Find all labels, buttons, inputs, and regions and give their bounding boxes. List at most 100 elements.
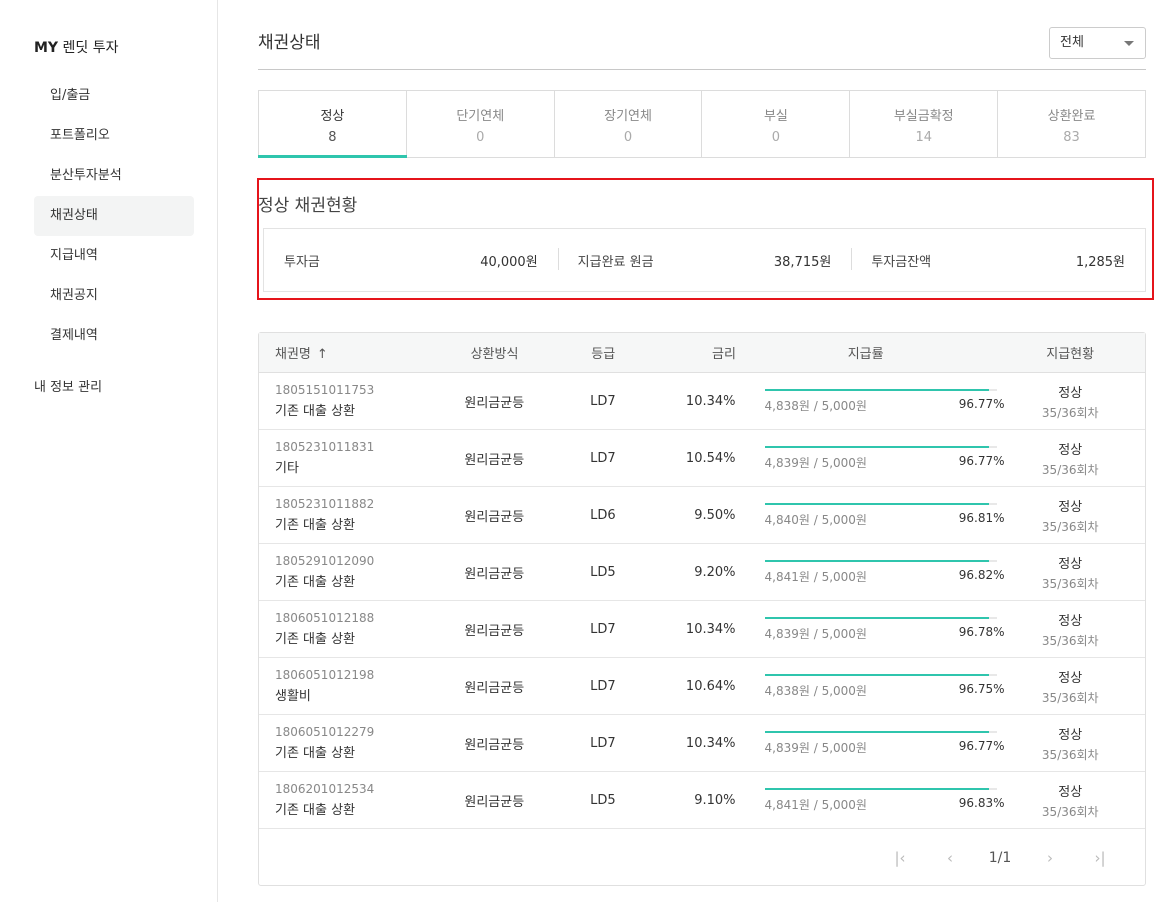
first-page-icon[interactable]: |‹ — [875, 849, 925, 867]
bond-name-cell: 1806051012279 기존 대출 상환 — [259, 725, 427, 761]
payout-cell: 4,839원 / 5,000원 96.77% — [736, 445, 1005, 471]
title-divider — [258, 69, 1146, 70]
payment-rounds: 35/36회차 — [1041, 576, 1099, 591]
column-status-header: 지급현황 — [1046, 347, 1095, 362]
payout-cell: 4,838원 / 5,000원 96.75% — [736, 673, 1005, 699]
sidebar-item-diversification[interactable]: 분산투자분석 — [34, 156, 194, 196]
status-filter-select[interactable]: 전체 — [1049, 27, 1146, 59]
tab-count: 83 — [1063, 130, 1080, 145]
last-page-icon[interactable]: ›| — [1075, 849, 1125, 867]
summary-paid-label: 지급완료 원금 — [577, 254, 654, 270]
payout-progress-bar — [764, 730, 997, 733]
repayment-method: 원리금균등 — [464, 452, 525, 468]
payout-progress-fill — [764, 388, 989, 391]
payout-amount: 4,839원 / 5,000원 — [764, 740, 867, 755]
column-rate-header: 금리 — [712, 347, 736, 362]
payout-progress-bar — [764, 445, 997, 448]
payout-progress-fill — [764, 787, 990, 790]
status-tabs: 정상 8 단기연체 0 장기연체 0 부실 0 부실금확정 14 상환완료 83 — [258, 90, 1146, 158]
summary-balance-label: 투자금잔액 — [871, 254, 932, 270]
sidebar-item-bond-status[interactable]: 채권상태 — [34, 196, 194, 236]
bond-id[interactable]: 1805231011882 — [275, 497, 427, 511]
table-row[interactable]: 1805291012090 기존 대출 상환 원리금균등 LD5 9.20% 4,841원… — [259, 544, 1145, 601]
interest-rate: 10.64% — [685, 678, 736, 694]
column-name-header[interactable]: 채권명 ↑ — [259, 343, 427, 362]
interest-rate: 9.50% — [694, 507, 736, 523]
payment-status-cell: 정상 35/36회차 — [996, 439, 1146, 478]
summary-investment: 투자금 40,000원 — [264, 251, 558, 270]
payout-cell: 4,839원 / 5,000원 96.77% — [736, 730, 1005, 756]
tab-long-overdue[interactable]: 장기연체 0 — [555, 91, 703, 157]
prev-page-icon[interactable]: ‹ — [925, 849, 975, 867]
table-row[interactable]: 1806051012188 기존 대출 상환 원리금균등 LD7 10.34% 4,839… — [259, 601, 1145, 658]
column-name-label: 채권명 — [275, 347, 311, 362]
tab-default-confirmed[interactable]: 부실금확정 14 — [850, 91, 999, 157]
table-row[interactable]: 1806201012534 기존 대출 상환 원리금균등 LD5 9.10% 4,841원… — [259, 772, 1145, 829]
payout-progress-fill — [764, 730, 989, 733]
bond-name-cell: 1805151011753 기존 대출 상환 — [259, 383, 427, 419]
repayment-method: 원리금균등 — [464, 794, 525, 810]
grade: LD7 — [590, 393, 616, 409]
tab-label: 상환완료 — [1047, 109, 1096, 124]
payout-progress-fill — [764, 502, 990, 505]
summary-panel: 투자금 40,000원 지급완료 원금 38,715원 투자금잔액 1,285원 — [263, 228, 1146, 292]
tab-count: 0 — [771, 130, 781, 145]
sidebar-item-bond-notices[interactable]: 채권공지 — [34, 276, 194, 316]
brand-bold: MY — [34, 40, 59, 56]
repayment-method: 원리금균등 — [464, 395, 525, 411]
payment-rounds: 35/36회차 — [1041, 690, 1099, 705]
payout-meta: 4,839원 / 5,000원 96.77% — [765, 454, 1005, 471]
payout-progress-bar — [764, 616, 997, 619]
payout-progress-fill — [764, 616, 990, 619]
sidebar-item-my-info[interactable]: 내 정보 관리 — [34, 376, 102, 395]
payment-status-cell: 정상 35/36회차 — [996, 781, 1146, 820]
tab-default[interactable]: 부실 0 — [702, 91, 851, 157]
tab-label: 부실 — [763, 109, 788, 124]
sidebar-item-billing[interactable]: 결제내역 — [34, 316, 194, 356]
payout-amount: 4,841원 / 5,000원 — [764, 569, 867, 584]
payout-amount: 4,838원 / 5,000원 — [764, 683, 867, 698]
sidebar-item-portfolio[interactable]: 포트폴리오 — [34, 116, 194, 156]
payment-status: 정상 — [1058, 556, 1083, 572]
payout-progress-bar — [764, 502, 997, 505]
payment-status-cell: 정상 35/36회차 — [996, 553, 1146, 592]
table-row[interactable]: 1805151011753 기존 대출 상환 원리금균등 LD7 10.34% 4,838… — [259, 373, 1145, 430]
table-row[interactable]: 1805231011882 기존 대출 상환 원리금균등 LD6 9.50% 4,840원… — [259, 487, 1145, 544]
tab-short-overdue[interactable]: 단기연체 0 — [407, 91, 555, 157]
repayment-method: 원리금균등 — [464, 509, 525, 525]
bond-id[interactable]: 1806051012279 — [275, 725, 427, 739]
bond-id[interactable]: 1805291012090 — [275, 554, 427, 568]
interest-rate: 10.34% — [685, 735, 736, 751]
tab-label: 부실금확정 — [893, 109, 954, 124]
bond-id[interactable]: 1806201012534 — [275, 782, 427, 796]
repayment-method: 원리금균등 — [464, 680, 525, 696]
payment-status: 정상 — [1058, 442, 1083, 458]
payout-meta: 4,841원 / 5,000원 96.83% — [765, 796, 1005, 813]
next-page-icon[interactable]: › — [1025, 849, 1075, 867]
sidebar-item-payments[interactable]: 지급내역 — [34, 236, 194, 276]
tab-repaid[interactable]: 상환완료 83 — [998, 91, 1145, 157]
payout-meta: 4,838원 / 5,000원 96.75% — [765, 682, 1005, 699]
table-row[interactable]: 1805231011831 기타 원리금균등 LD7 10.54% 4,839원 / 5,… — [259, 430, 1145, 487]
tab-normal[interactable]: 정상 8 — [258, 91, 407, 158]
bond-id[interactable]: 1805231011831 — [275, 440, 427, 454]
column-method-header: 상환방식 — [470, 347, 519, 362]
sort-arrow-up-icon[interactable]: ↑ — [317, 347, 328, 362]
summary-balance: 투자금잔액 1,285원 — [851, 247, 1145, 270]
bond-purpose: 기존 대출 상환 — [275, 746, 356, 761]
repayment-method: 원리금균등 — [464, 566, 525, 582]
pagination: |‹ ‹ 1/1 › ›| — [875, 849, 1125, 867]
tab-count: 0 — [476, 130, 485, 145]
table-row[interactable]: 1806051012198 생활비 원리금균등 LD7 10.64% 4,838원 / 5… — [259, 658, 1145, 715]
payout-meta: 4,841원 / 5,000원 96.82% — [765, 568, 1005, 585]
sidebar-item-deposit-withdraw[interactable]: 입/출금 — [34, 76, 194, 116]
tab-label: 장기연체 — [604, 109, 652, 124]
bond-id[interactable]: 1806051012188 — [275, 611, 427, 625]
bond-id[interactable]: 1806051012198 — [275, 668, 427, 682]
table-row[interactable]: 1806051012279 기존 대출 상환 원리금균등 LD7 10.34% 4,839… — [259, 715, 1145, 772]
bond-id[interactable]: 1805151011753 — [275, 383, 427, 397]
payment-status-cell: 정상 35/36회차 — [996, 667, 1146, 706]
bond-name-cell: 1805291012090 기존 대출 상환 — [259, 554, 427, 590]
summary-title: 정상 채권현황 — [258, 196, 358, 216]
tab-label: 단기연체 — [456, 109, 505, 124]
